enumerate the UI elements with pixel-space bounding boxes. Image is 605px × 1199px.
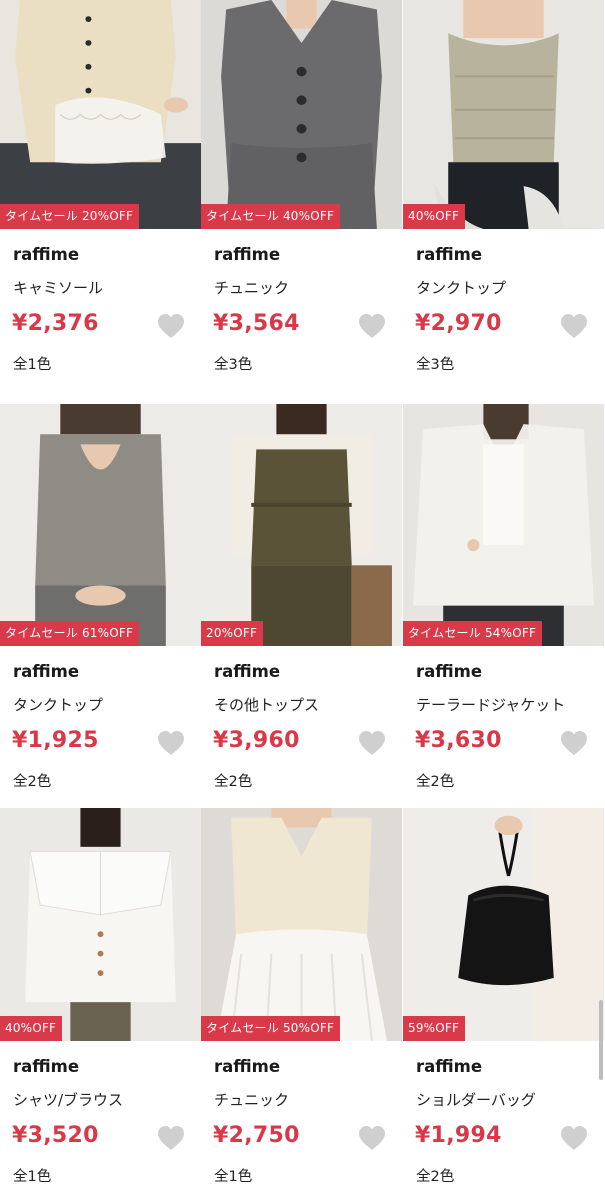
product-category: その他トップス — [214, 696, 320, 714]
product-card[interactable]: タイムセール 61%OFF raffime タンクトップ ¥1,925 全2色 — [0, 404, 201, 808]
color-count: 全1色 — [13, 1169, 52, 1185]
product-category: タンクトップ — [13, 696, 104, 714]
product-category: キャミソール — [13, 279, 104, 297]
product-card[interactable]: タイムセール 20%OFF raffime キャミソール ¥2,376 全1色 — [0, 0, 201, 404]
product-category: ショルダーバッグ — [416, 1091, 536, 1109]
discount-badge: 20%OFF — [201, 621, 264, 646]
product-image[interactable] — [201, 404, 402, 646]
product-price: ¥2,376 — [12, 311, 99, 336]
discount-badge: タイムセール 20%OFF — [0, 204, 140, 229]
heart-icon[interactable] — [560, 730, 588, 756]
brand-name[interactable]: raffime — [214, 245, 280, 264]
product-price: ¥1,994 — [415, 1123, 502, 1148]
color-count: 全3色 — [214, 357, 253, 373]
product-card[interactable]: 40%OFF raffime タンクトップ ¥2,970 全3色 — [403, 0, 604, 404]
color-count: 全2色 — [13, 774, 52, 790]
product-price: ¥3,520 — [12, 1123, 99, 1148]
product-category: タンクトップ — [416, 279, 507, 297]
discount-badge: タイムセール 50%OFF — [201, 1016, 341, 1041]
product-card[interactable]: 20%OFF raffime その他トップス ¥3,960 全2色 — [201, 404, 402, 808]
discount-badge: タイムセール 54%OFF — [403, 621, 543, 646]
discount-badge: 40%OFF — [403, 204, 466, 229]
brand-name[interactable]: raffime — [214, 662, 280, 681]
product-price: ¥2,750 — [213, 1123, 300, 1148]
product-card[interactable]: 59%OFF raffime ショルダーバッグ ¥1,994 全2色 — [403, 808, 604, 1199]
heart-icon[interactable] — [358, 313, 386, 339]
product-card[interactable]: 40%OFF raffime シャツ/ブラウス ¥3,520 全1色 — [0, 808, 201, 1199]
heart-icon[interactable] — [157, 730, 185, 756]
product-image[interactable] — [403, 404, 604, 646]
discount-badge: 59%OFF — [403, 1016, 466, 1041]
brand-name[interactable]: raffime — [13, 1057, 79, 1076]
product-price: ¥3,960 — [213, 728, 300, 753]
product-image[interactable] — [0, 404, 201, 646]
product-price: ¥3,630 — [415, 728, 502, 753]
heart-icon[interactable] — [157, 1125, 185, 1151]
scrollbar[interactable] — [599, 1000, 603, 1080]
heart-icon[interactable] — [358, 730, 386, 756]
color-count: 全2色 — [214, 774, 253, 790]
product-category: シャツ/ブラウス — [13, 1091, 124, 1109]
brand-name[interactable]: raffime — [13, 662, 79, 681]
color-count: 全1色 — [214, 1169, 253, 1185]
product-price: ¥2,970 — [415, 311, 502, 336]
heart-icon[interactable] — [560, 313, 588, 339]
color-count: 全2色 — [416, 1169, 455, 1185]
product-category: テーラードジャケット — [416, 696, 566, 714]
color-count: 全1色 — [13, 357, 52, 373]
brand-name[interactable]: raffime — [214, 1057, 280, 1076]
brand-name[interactable]: raffime — [13, 245, 79, 264]
heart-icon[interactable] — [560, 1125, 588, 1151]
product-price: ¥3,564 — [213, 311, 300, 336]
brand-name[interactable]: raffime — [416, 1057, 482, 1076]
discount-badge: タイムセール 40%OFF — [201, 204, 341, 229]
discount-badge: タイムセール 61%OFF — [0, 621, 140, 646]
discount-badge: 40%OFF — [0, 1016, 63, 1041]
product-card[interactable]: タイムセール 40%OFF raffime チュニック ¥3,564 全3色 — [201, 0, 402, 404]
color-count: 全2色 — [416, 774, 455, 790]
brand-name[interactable]: raffime — [416, 662, 482, 681]
product-card[interactable]: タイムセール 54%OFF raffime テーラードジャケット ¥3,630 全2色 — [403, 404, 604, 808]
product-category: チュニック — [214, 279, 290, 297]
heart-icon[interactable] — [157, 313, 185, 339]
color-count: 全3色 — [416, 357, 455, 373]
product-image[interactable] — [0, 808, 201, 1041]
product-price: ¥1,925 — [12, 728, 99, 753]
product-image[interactable] — [403, 0, 604, 229]
product-image[interactable] — [0, 0, 201, 229]
product-card[interactable]: タイムセール 50%OFF raffime チュニック ¥2,750 全1色 — [201, 808, 402, 1199]
product-category: チュニック — [214, 1091, 290, 1109]
product-image[interactable] — [201, 808, 402, 1041]
product-image[interactable] — [403, 808, 604, 1041]
heart-icon[interactable] — [358, 1125, 386, 1151]
brand-name[interactable]: raffime — [416, 245, 482, 264]
product-image[interactable] — [201, 0, 402, 229]
